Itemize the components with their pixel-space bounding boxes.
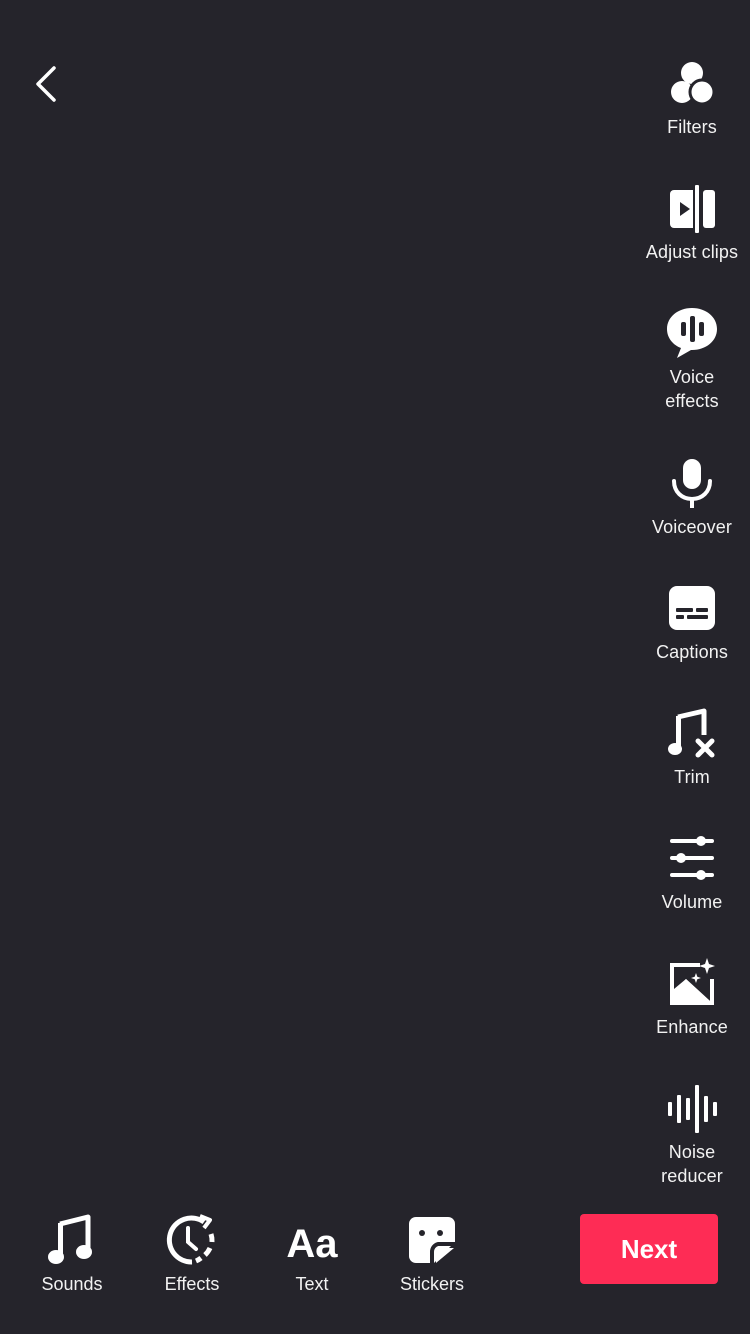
- tool-text[interactable]: Aa Text: [252, 1212, 372, 1296]
- tool-captions[interactable]: Captions: [634, 580, 750, 664]
- tool-label: Enhance: [656, 1017, 728, 1037]
- tool-adjust-clips[interactable]: Adjust clips: [634, 180, 750, 264]
- tool-noise-reducer[interactable]: Noise reducer: [634, 1080, 750, 1188]
- tool-label: Trim: [674, 767, 710, 787]
- tool-label: Noise reducer: [661, 1142, 723, 1186]
- tool-label: Effects: [164, 1274, 220, 1294]
- tool-effects[interactable]: Effects: [132, 1212, 252, 1296]
- tool-label: Voiceover: [652, 517, 732, 537]
- filters-icon: [671, 62, 716, 106]
- tool-voice-effects[interactable]: Voice effects: [634, 305, 750, 413]
- microphone-icon: [672, 459, 712, 508]
- tool-voiceover[interactable]: Voiceover: [634, 455, 750, 539]
- waveform-icon: [668, 1085, 717, 1133]
- enhance-image-icon: [670, 958, 715, 1005]
- captions-icon: [669, 586, 715, 630]
- next-button[interactable]: Next: [580, 1214, 718, 1284]
- adjust-clips-icon: [670, 183, 715, 235]
- tool-label: Adjust clips: [645, 242, 739, 262]
- svg-text:Aa: Aa: [286, 1222, 338, 1266]
- text-aa-icon: Aa: [286, 1222, 338, 1266]
- tool-label: Volume: [661, 892, 723, 912]
- tool-label: Stickers: [399, 1274, 464, 1294]
- music-note-icon: [48, 1214, 92, 1264]
- tool-trim[interactable]: Trim: [634, 705, 750, 789]
- effects-clock-icon: [166, 1214, 215, 1265]
- music-trim-icon: [668, 708, 715, 758]
- tool-sounds[interactable]: Sounds: [12, 1212, 132, 1296]
- tool-enhance[interactable]: Enhance: [634, 955, 750, 1039]
- tool-volume[interactable]: Volume: [634, 830, 750, 914]
- tool-label: Voice effects: [665, 367, 719, 411]
- chevron-left-icon: [36, 66, 56, 102]
- tool-stickers[interactable]: Stickers: [372, 1212, 492, 1296]
- sliders-icon: [670, 836, 714, 880]
- sticker-icon: [409, 1217, 455, 1263]
- tool-filters[interactable]: Filters: [634, 55, 750, 139]
- tool-label: Filters: [667, 117, 717, 137]
- back-button[interactable]: [28, 62, 68, 106]
- tool-label: Sounds: [41, 1274, 103, 1294]
- tool-label: Captions: [656, 642, 728, 662]
- tool-label: Text: [295, 1274, 329, 1294]
- voice-effects-icon: [667, 308, 717, 358]
